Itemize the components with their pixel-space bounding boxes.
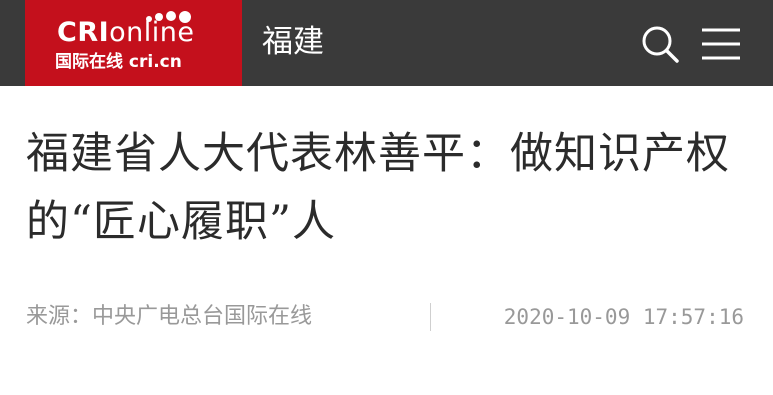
- menu-button[interactable]: [698, 22, 744, 66]
- article-timestamp: 2020-10-09 17:57:16: [503, 305, 744, 329]
- article-source: 来源：中央广电总台国际在线: [26, 304, 313, 329]
- article-meta: 来源：中央广电总台国际在线 2020-10-09 17:57:16: [26, 300, 746, 334]
- logo-tagline: 国际在线 cri.cn: [55, 52, 182, 72]
- logo-wordmark: CRIonline: [57, 18, 195, 48]
- search-button[interactable]: [638, 22, 682, 66]
- article-title: 福建省人大代表林善平：做知识产权的“匠心履职”人: [26, 129, 730, 247]
- search-icon: [642, 26, 679, 63]
- logo-brand-suffix: online: [109, 17, 195, 48]
- meta-divider: [430, 303, 431, 331]
- channel-label[interactable]: 福建: [262, 20, 324, 64]
- menu-icon: [702, 28, 740, 60]
- top-header: CRIonline 国际在线 cri.cn 福建: [0, 0, 773, 86]
- cri-online-logo[interactable]: CRIonline 国际在线 cri.cn: [25, 0, 242, 86]
- logo-brand-prefix: CRI: [57, 17, 110, 48]
